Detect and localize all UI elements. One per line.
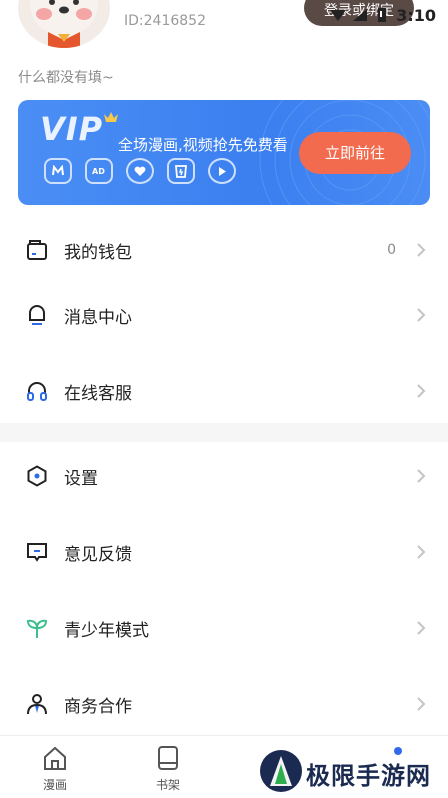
menu-item-youth-mode[interactable]: 青少年模式 xyxy=(0,600,448,656)
menu-label: 设置 xyxy=(64,468,98,489)
wifi-icon xyxy=(330,10,347,21)
watermark: 极限手游网 xyxy=(258,748,448,798)
nav-tab-comics[interactable]: 漫画 xyxy=(25,736,85,798)
watermark-logo-icon xyxy=(260,750,302,792)
sprout-icon xyxy=(26,619,48,638)
vip-go-button[interactable]: 立即前往 xyxy=(299,132,411,174)
menu-label: 在线客服 xyxy=(64,383,132,404)
menu-label: 消息中心 xyxy=(64,307,132,328)
signal-icon xyxy=(353,9,368,21)
chevron-right-icon xyxy=(417,384,426,398)
headset-icon xyxy=(27,382,47,401)
menu-item-settings[interactable]: 设置 xyxy=(0,448,448,504)
nav-label: 漫画 xyxy=(42,778,67,792)
menu-label: 青少年模式 xyxy=(64,620,149,641)
menu-label: 商务合作 xyxy=(64,696,132,717)
wallet-icon xyxy=(27,240,47,260)
menu-item-wallet[interactable]: 我的钱包 0 xyxy=(0,222,448,278)
pocket-icon xyxy=(167,158,195,184)
nav-label: 书架 xyxy=(155,778,180,792)
vip-perks: AD xyxy=(44,158,236,184)
crown-icon xyxy=(104,112,118,122)
feedback-icon xyxy=(27,543,47,562)
watermark-text: 极限手游网 xyxy=(306,761,431,790)
chevron-right-icon xyxy=(417,697,426,711)
chevron-right-icon xyxy=(417,243,426,257)
chevron-right-icon xyxy=(417,308,426,322)
menu-item-feedback[interactable]: 意见反馈 xyxy=(0,524,448,580)
avatar[interactable] xyxy=(18,0,110,48)
play-icon xyxy=(208,158,236,184)
menu-label: 意见反馈 xyxy=(64,544,132,565)
vip-logo: VIP xyxy=(40,110,104,148)
menu-label: 我的钱包 xyxy=(64,242,132,263)
bookshelf-icon xyxy=(158,746,178,770)
svg-text:AD: AD xyxy=(92,167,105,176)
person-tie-icon xyxy=(27,694,47,715)
heart-icon xyxy=(126,158,154,184)
mall-icon xyxy=(44,158,72,184)
menu-item-support[interactable]: 在线客服 xyxy=(0,363,448,419)
user-id: ID:2416852 xyxy=(124,13,206,29)
chevron-right-icon xyxy=(417,469,426,483)
section-divider xyxy=(0,423,448,442)
status-bar: 3:10 xyxy=(330,4,436,26)
menu-item-business[interactable]: 商务合作 xyxy=(0,676,448,732)
vip-slogan: 全场漫画,视频抢先免费看 xyxy=(118,136,288,154)
hexagon-gear-icon xyxy=(27,465,47,487)
bell-icon xyxy=(29,305,45,325)
status-time: 3:10 xyxy=(396,5,436,25)
menu-item-messages[interactable]: 消息中心 xyxy=(0,287,448,343)
home-icon xyxy=(44,746,66,770)
chevron-right-icon xyxy=(417,621,426,635)
chevron-right-icon xyxy=(417,545,426,559)
battery-icon xyxy=(378,8,387,22)
ad-free-icon: AD xyxy=(85,158,113,184)
vip-banner[interactable]: VIP 全场漫画,视频抢先免费看 立即前往 AD xyxy=(18,100,430,205)
nav-tab-bookshelf[interactable]: 书架 xyxy=(138,736,198,798)
user-bio: 什么都没有填~ xyxy=(18,70,114,86)
wallet-balance: 0 xyxy=(387,242,396,258)
avatar-image xyxy=(30,0,98,48)
